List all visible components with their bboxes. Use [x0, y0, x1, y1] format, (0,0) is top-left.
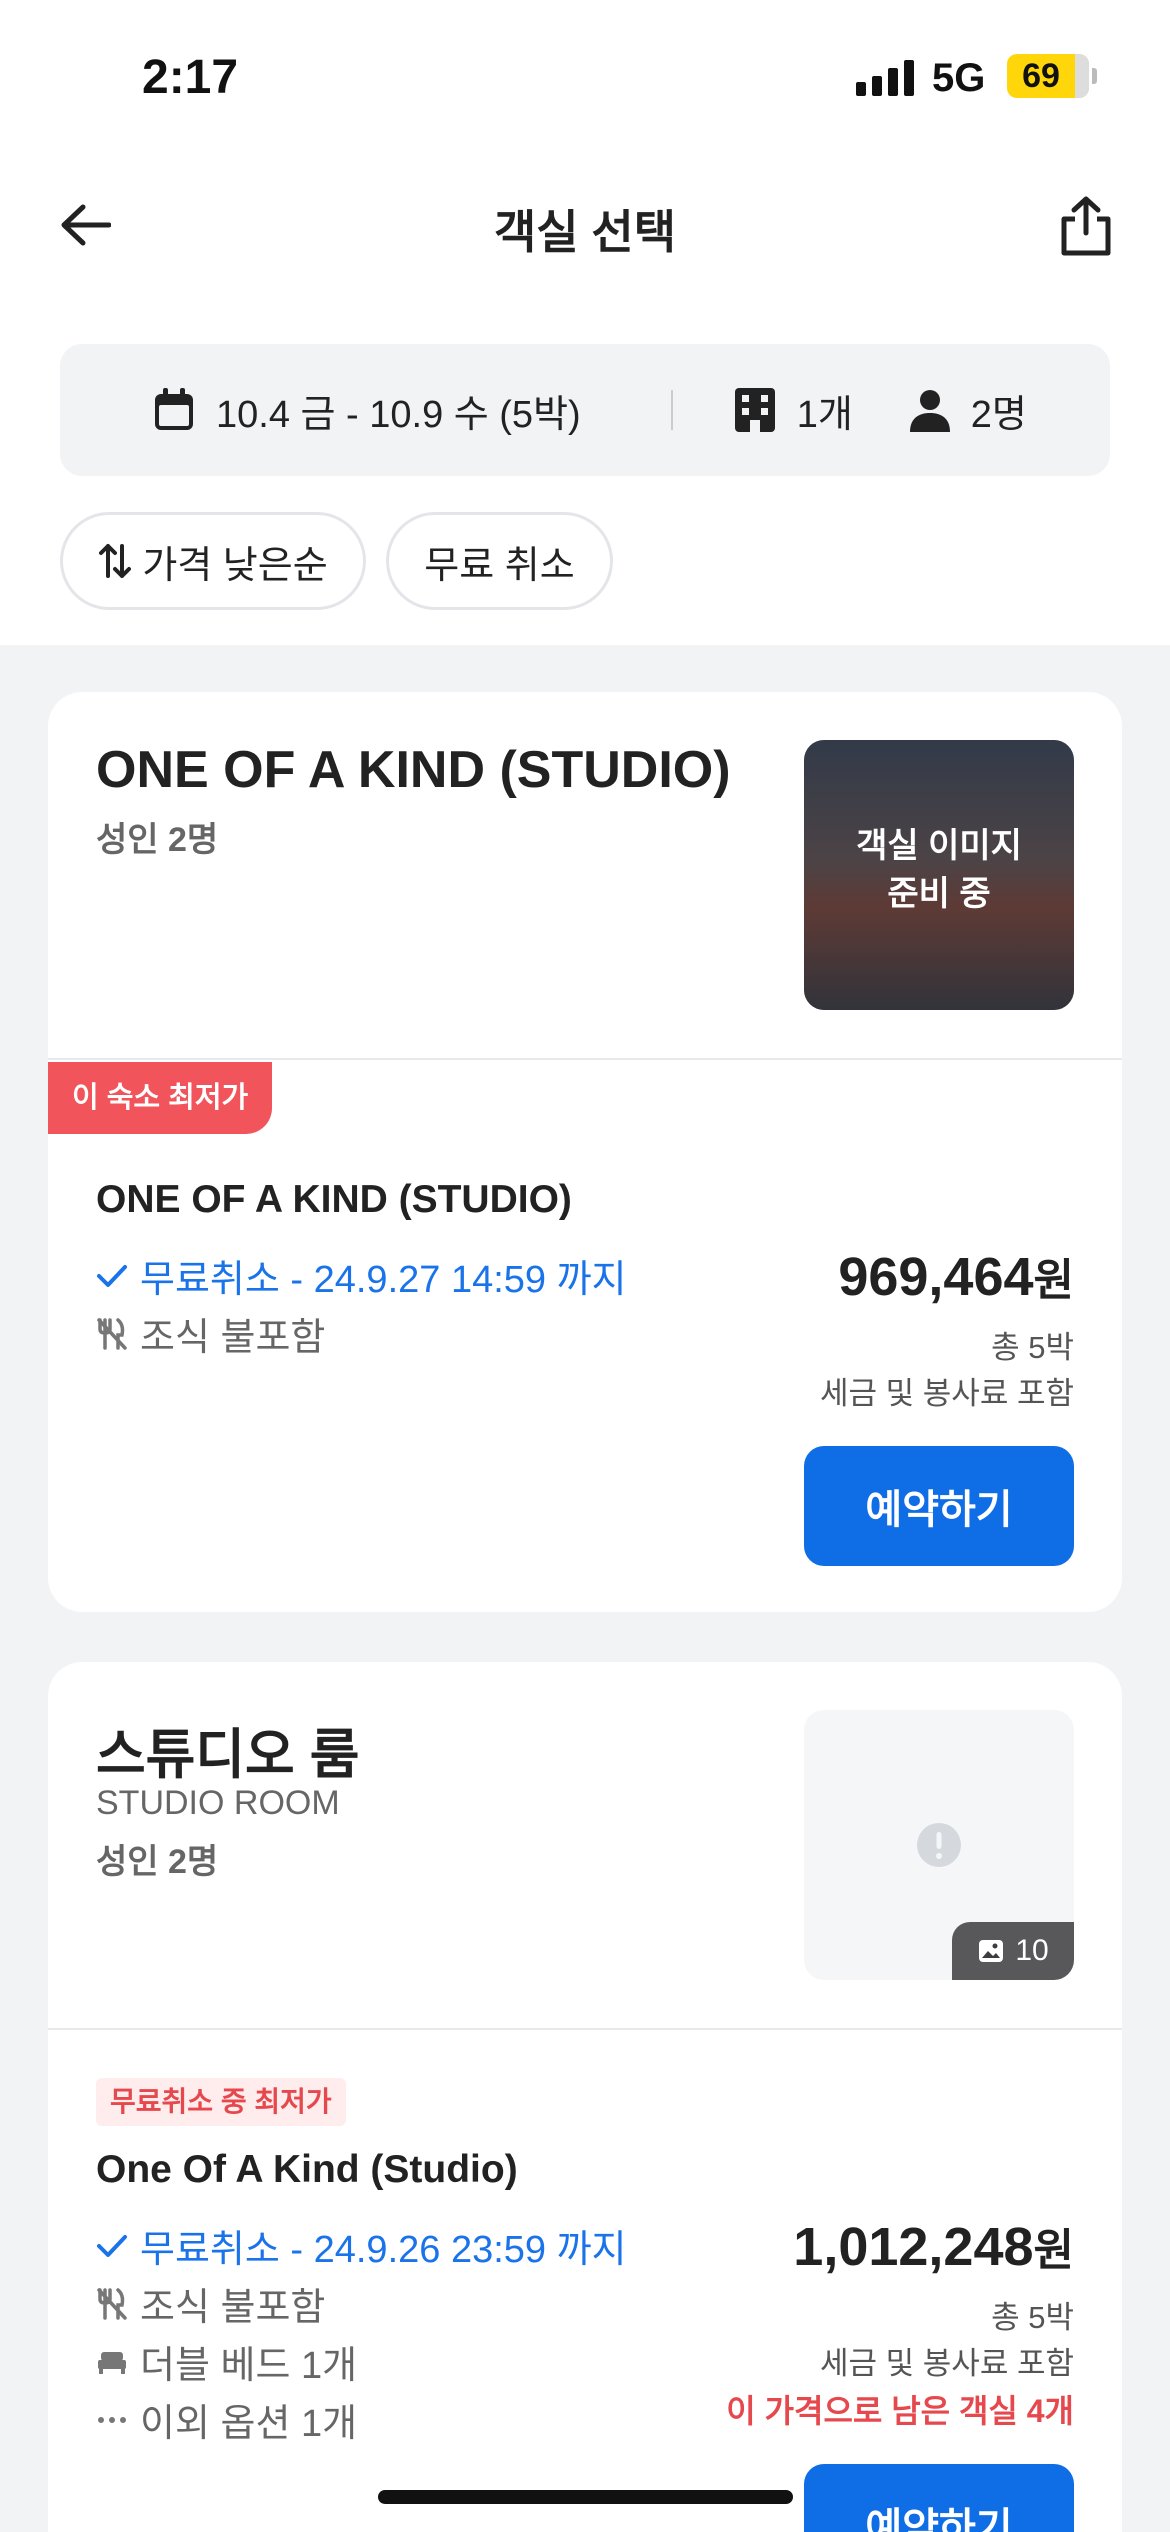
free-cancel-chip[interactable]: 무료 취소: [386, 512, 613, 610]
home-indicator: [378, 2490, 793, 2504]
check-icon: [97, 2234, 127, 2257]
nights-text: 총 5박: [991, 2300, 1074, 2335]
room-capacity: 성인 2명: [96, 821, 219, 859]
price: 969,464원: [838, 1244, 1074, 1308]
free-cancel-text: 무료취소 - 24.9.27 14:59 까지: [140, 1259, 627, 1301]
no-breakfast-icon: [97, 2287, 127, 2320]
image-preparing-text: 객실 이미지 준비 중: [856, 827, 1022, 913]
date-selector[interactable]: 10.4 금 - 10.9 수 (5박): [152, 383, 581, 438]
building-icon: [734, 388, 775, 432]
tax-note: 세금 및 봉사료 포함: [820, 1376, 1074, 1411]
network-type: 5G: [932, 56, 986, 100]
guest-count: 2명: [970, 393, 1027, 436]
photo-count-badge[interactable]: 10: [952, 1922, 1074, 1980]
price: 1,012,248원: [793, 2214, 1074, 2278]
room-name-en: STUDIO ROOM: [96, 1784, 340, 1822]
card-divider: [48, 1058, 1122, 1060]
room-card: ONE OF A KIND (STUDIO) 성인 2명 객실 이미지 준비 중…: [48, 692, 1122, 1612]
price-value: 1,012,248: [793, 2217, 1034, 2277]
bed-info: 더블 베드 1개: [96, 2334, 357, 2389]
options-text: 이외 옵션 1개: [140, 2403, 358, 2445]
top-section: 2:17 5G 69 객실 선택 10.4 금 - 10.9 수 (5박) 1개…: [0, 0, 1170, 645]
bed-icon: [98, 2351, 126, 2374]
battery-icon: 69: [1007, 54, 1089, 98]
sort-label: 가격 낮은순: [142, 544, 328, 587]
tax-note: 세금 및 봉사료 포함: [820, 2346, 1074, 2381]
person-icon: [909, 390, 950, 432]
options-info[interactable]: 이외 옵션 1개: [96, 2392, 357, 2447]
bed-text: 더블 베드 1개: [140, 2345, 358, 2387]
plan-name: ONE OF A KIND (STUDIO): [96, 1178, 572, 1221]
card-divider: [48, 2028, 1122, 2030]
book-button[interactable]: 예약하기: [804, 1446, 1074, 1566]
rooms-remaining: 이 가격으로 남은 객실 4개: [726, 2393, 1074, 2429]
plan-name: One Of A Kind (Studio): [96, 2148, 518, 2191]
free-cancel-label: 무료 취소: [424, 544, 575, 587]
photo-count: 10: [1015, 1934, 1049, 1967]
summary-divider: [670, 390, 673, 430]
signal-icon: [856, 58, 914, 96]
date-range: 10.4 금 - 10.9 수 (5박): [216, 393, 581, 436]
nights-text: 총 5박: [991, 1330, 1074, 1365]
breakfast-text: 조식 불포함: [140, 2287, 326, 2329]
sort-icon: [99, 544, 132, 578]
more-dots-icon: [98, 2416, 126, 2423]
breakfast-info: 조식 불포함: [96, 2276, 325, 2331]
price-currency: 원: [1033, 2226, 1074, 2275]
lowest-price-badge: 이 숙소 최저가: [48, 1062, 273, 1134]
image-error-icon: [917, 1823, 961, 1867]
page-title: 객실 선택: [493, 206, 677, 258]
battery-tip: [1092, 68, 1097, 84]
gallery-icon: [979, 1940, 1004, 1962]
room-name: ONE OF A KIND (STUDIO): [96, 741, 731, 799]
search-summary: 10.4 금 - 10.9 수 (5박) 1개 2명: [60, 344, 1110, 476]
sort-chip[interactable]: 가격 낮은순: [60, 512, 366, 610]
room-guest-selector[interactable]: 1개 2명: [733, 383, 1027, 438]
room-card: 스튜디오 룸 STUDIO ROOM 성인 2명 10 무료취소 중 최저가 O…: [48, 1662, 1122, 2532]
room-capacity: 성인 2명: [96, 1843, 219, 1881]
price-value: 969,464: [838, 1247, 1034, 1307]
free-cancel-info: 무료취소 - 24.9.26 23:59 까지: [96, 2218, 627, 2273]
room-image[interactable]: 10: [804, 1710, 1074, 1980]
free-cancel-info: 무료취소 - 24.9.27 14:59 까지: [96, 1248, 627, 1303]
price-currency: 원: [1033, 1256, 1074, 1305]
status-time: 2:17: [142, 51, 239, 104]
free-cancel-lowest-badge: 무료취소 중 최저가: [96, 2078, 346, 2126]
room-name: 스튜디오 룸: [96, 1725, 360, 1785]
calendar-icon: [155, 388, 193, 430]
free-cancel-text: 무료취소 - 24.9.26 23:59 까지: [140, 2229, 627, 2271]
book-button[interactable]: 예약하기: [804, 2464, 1074, 2532]
share-button[interactable]: [1050, 190, 1122, 262]
room-count: 1개: [796, 393, 853, 436]
check-icon: [97, 1264, 127, 1287]
no-breakfast-icon: [97, 1317, 127, 1350]
breakfast-text: 조식 불포함: [140, 1317, 326, 1359]
room-image[interactable]: 객실 이미지 준비 중: [804, 740, 1074, 1010]
share-icon: [1061, 196, 1111, 256]
breakfast-info: 조식 불포함: [96, 1306, 325, 1361]
